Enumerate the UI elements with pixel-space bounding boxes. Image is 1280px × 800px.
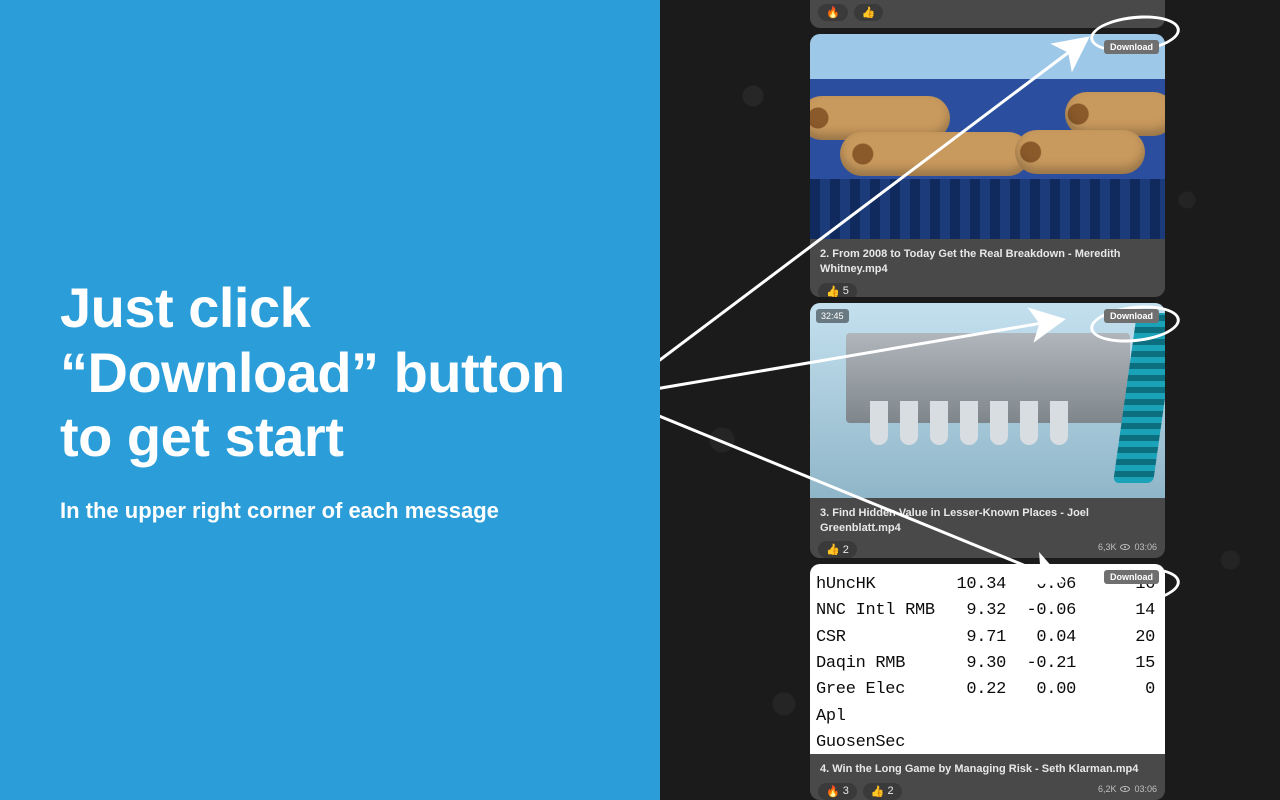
instruction-panel: Just click “Download” button to get star… (0, 0, 660, 800)
fire-icon: 🔥 (826, 785, 840, 798)
message-card: Download 2. From 2008 to Today Get the R… (810, 34, 1165, 297)
download-button[interactable]: Download (1104, 309, 1159, 323)
reaction-chip[interactable]: 👍 2 (863, 783, 902, 800)
video-duration: 32:45 (816, 309, 849, 323)
reaction-chip[interactable]: 👍 (854, 4, 884, 21)
message-caption: 4. Win the Long Game by Managing Risk - … (810, 754, 1165, 783)
telegram-preview: 🔥 👍 Download 2. From 2008 to Today Get t… (660, 0, 1280, 800)
reaction-count: 5 (843, 285, 849, 297)
reaction-count: 2 (843, 544, 849, 556)
reaction-count: 3 (843, 785, 849, 797)
video-thumbnail[interactable] (810, 34, 1165, 239)
eye-icon (1120, 544, 1130, 550)
view-count: 6,3K (1098, 542, 1117, 552)
eye-icon (1120, 786, 1130, 792)
headline: Just click “Download” button to get star… (60, 276, 600, 469)
message-caption: 3. Find Hidden Value in Lesser-Known Pla… (810, 498, 1165, 542)
message-caption: 2. From 2008 to Today Get the Real Break… (810, 239, 1165, 283)
message-meta: 6,3K 03:06 (1098, 542, 1157, 552)
thumbs-up-icon: 👍 (871, 785, 885, 798)
reaction-count: 2 (888, 785, 894, 797)
thumbs-up-icon: 👍 (826, 543, 840, 556)
reaction-chip[interactable]: 👍 2 (818, 541, 857, 557)
message-time: 03:06 (1134, 784, 1157, 794)
reactions-row: 👍 5 (810, 283, 1165, 297)
message-time: 03:06 (1134, 542, 1157, 552)
view-count: 6,2K (1098, 784, 1117, 794)
reaction-chip[interactable]: 🔥 (818, 4, 848, 21)
reaction-chip[interactable]: 🔥 3 (818, 783, 857, 800)
download-button[interactable]: Download (1104, 570, 1159, 584)
subline: In the upper right corner of each messag… (60, 498, 600, 524)
thumbs-up-icon: 👍 (826, 285, 840, 297)
chat-column: 🔥 👍 Download 2. From 2008 to Today Get t… (810, 0, 1165, 800)
reaction-chip[interactable]: 👍 5 (818, 283, 857, 297)
download-button[interactable]: Download (1104, 40, 1159, 54)
message-meta: 6,2K 03:06 (1098, 784, 1157, 794)
